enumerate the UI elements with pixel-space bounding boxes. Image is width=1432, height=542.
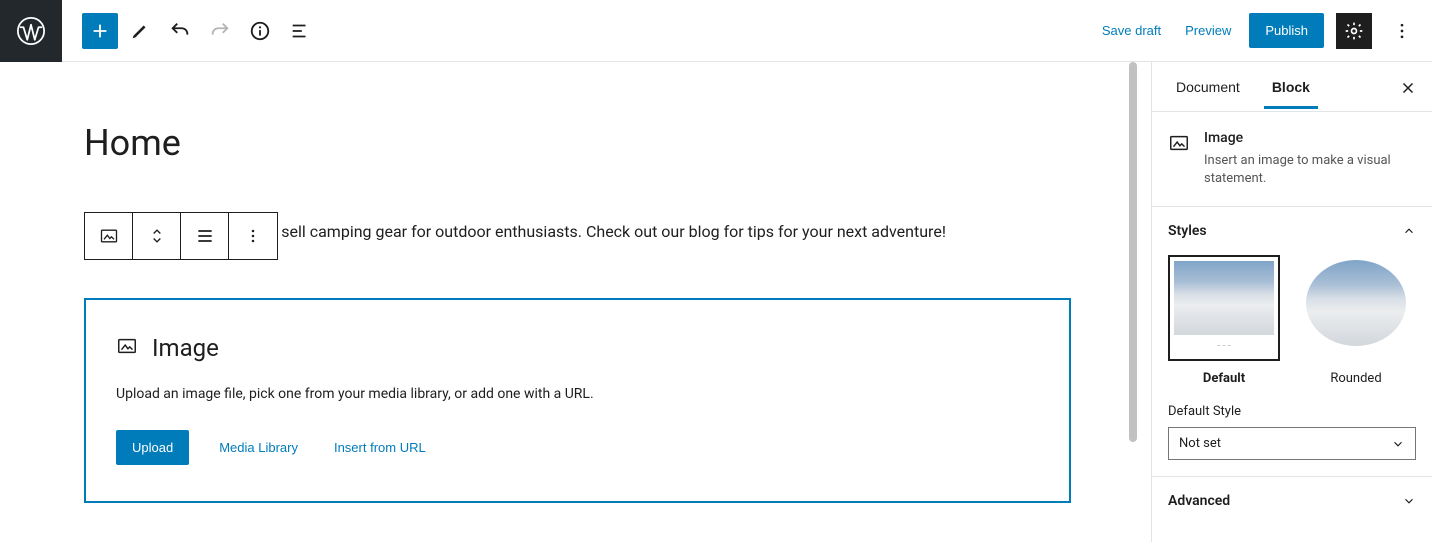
top-toolbar: Save draft Preview Publish xyxy=(0,0,1432,62)
tab-document[interactable]: Document xyxy=(1168,65,1248,109)
redo-icon xyxy=(202,13,238,49)
styles-panel: Styles — — — Default xyxy=(1152,206,1432,476)
image-block-title: Image xyxy=(152,334,219,362)
add-block-button[interactable] xyxy=(82,13,118,49)
toolbar-right: Save draft Preview Publish xyxy=(1096,13,1432,49)
upload-button[interactable]: Upload xyxy=(116,430,189,465)
edit-icon[interactable] xyxy=(122,13,158,49)
style-default-label: Default xyxy=(1168,371,1280,386)
style-default[interactable]: — — — Default xyxy=(1168,255,1280,386)
default-style-value: Not set xyxy=(1179,436,1221,451)
image-icon xyxy=(1168,130,1190,158)
main-area: Home sell camping gear for xyxy=(0,62,1432,542)
image-block-placeholder[interactable]: Image Upload an image file, pick one fro… xyxy=(84,298,1071,503)
block-more-icon[interactable] xyxy=(229,213,277,259)
paragraph-text[interactable]: sell camping gear for outdoor enthusiast… xyxy=(281,222,946,241)
toolbar-left xyxy=(62,13,318,49)
align-icon[interactable] xyxy=(181,213,229,259)
block-card-title: Image xyxy=(1204,130,1416,146)
advanced-panel-header[interactable]: Advanced xyxy=(1152,477,1432,525)
insert-from-url-button[interactable]: Insert from URL xyxy=(328,432,432,463)
settings-sidebar: Document Block Image Insert an image to … xyxy=(1152,62,1432,542)
styles-panel-header[interactable]: Styles xyxy=(1152,207,1432,255)
page-title[interactable]: Home xyxy=(84,122,1071,164)
tab-block[interactable]: Block xyxy=(1264,65,1318,109)
more-menu-button[interactable] xyxy=(1384,13,1420,49)
editor-canvas: Home sell camping gear for xyxy=(0,62,1152,542)
outline-icon[interactable] xyxy=(282,13,318,49)
thumbnail-image-rounded xyxy=(1306,260,1406,346)
scrollbar[interactable] xyxy=(1129,62,1137,442)
save-draft-button[interactable]: Save draft xyxy=(1096,15,1167,46)
block-card: Image Insert an image to make a visual s… xyxy=(1152,112,1432,206)
advanced-panel-title: Advanced xyxy=(1168,493,1230,509)
wordpress-logo[interactable] xyxy=(0,0,62,62)
media-library-button[interactable]: Media Library xyxy=(213,432,304,463)
thumbnail-caption: — — — xyxy=(1217,339,1231,353)
style-rounded-label: Rounded xyxy=(1300,371,1412,386)
move-updown-icon[interactable] xyxy=(133,213,181,259)
block-toolbar xyxy=(84,212,278,260)
default-style-label: Default Style xyxy=(1168,404,1416,419)
undo-icon[interactable] xyxy=(162,13,198,49)
default-style-select[interactable]: Not set xyxy=(1168,427,1416,460)
block-type-icon[interactable] xyxy=(85,213,133,259)
chevron-down-icon xyxy=(1391,437,1405,451)
publish-button[interactable]: Publish xyxy=(1249,13,1324,48)
chevron-up-icon xyxy=(1402,224,1416,238)
chevron-down-icon xyxy=(1402,494,1416,508)
advanced-panel: Advanced xyxy=(1152,476,1432,525)
image-icon xyxy=(116,335,138,361)
info-icon[interactable] xyxy=(242,13,278,49)
preview-button[interactable]: Preview xyxy=(1179,15,1237,46)
settings-button[interactable] xyxy=(1336,13,1372,49)
style-rounded[interactable]: Rounded xyxy=(1300,255,1412,386)
sidebar-tabs: Document Block xyxy=(1152,62,1432,112)
image-block-description: Upload an image file, pick one from your… xyxy=(116,386,1039,402)
close-sidebar-icon[interactable] xyxy=(1396,76,1420,100)
thumbnail-image xyxy=(1174,261,1274,335)
styles-panel-title: Styles xyxy=(1168,223,1207,239)
block-card-description: Insert an image to make a visual stateme… xyxy=(1204,152,1416,188)
